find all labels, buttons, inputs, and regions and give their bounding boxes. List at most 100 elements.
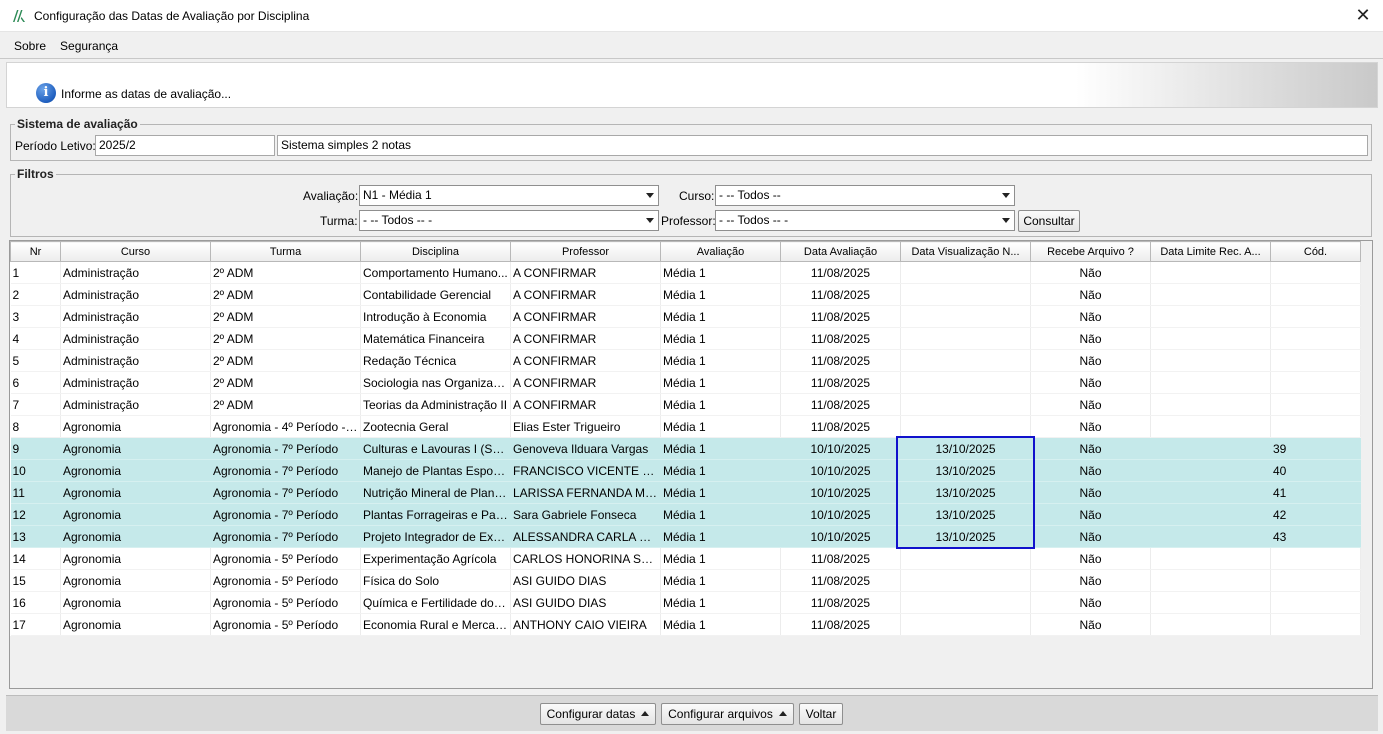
consultar-button[interactable]: Consultar <box>1018 210 1080 232</box>
table-cell[interactable]: 2º ADM <box>210 283 361 306</box>
periodo-field[interactable]: 2025/2 <box>95 135 275 156</box>
table-row[interactable]: 8 Agronomia Agronomia - 4º Período - ... Zo… <box>10 415 1361 438</box>
configurar-arquivos-button[interactable]: Configurar arquivos <box>661 703 794 725</box>
table-cell[interactable]: A CONFIRMAR <box>510 327 661 350</box>
table-cell[interactable]: 10 <box>10 459 61 482</box>
table-row[interactable]: 5 Administração 2º ADM Redação Técnica A CON… <box>10 349 1361 372</box>
table-cell[interactable]: Sara Gabriele Fonseca <box>510 503 661 526</box>
table-cell[interactable]: Agronomia - 5º Período <box>210 569 361 592</box>
configurar-datas-button[interactable]: Configurar datas <box>540 703 656 725</box>
table-cell[interactable]: Média 1 <box>660 283 781 306</box>
table-cell[interactable]: Agronomia <box>60 569 211 592</box>
table-cell[interactable]: Média 1 <box>660 547 781 570</box>
table-cell[interactable]: Zootecnia Geral <box>360 415 511 438</box>
table-cell[interactable] <box>900 261 1031 284</box>
table-cell[interactable]: 17 <box>10 613 61 636</box>
table-row[interactable]: 10 Agronomia Agronomia - 7º Período Manejo … <box>10 459 1361 482</box>
table-cell[interactable] <box>1150 349 1271 372</box>
table-cell[interactable] <box>900 305 1031 328</box>
table-cell[interactable] <box>1270 261 1361 284</box>
table-cell[interactable]: Não <box>1030 503 1151 526</box>
table-cell[interactable]: Agronomia - 5º Período <box>210 547 361 570</box>
curso-select[interactable]: - -- Todos -- <box>715 185 1015 206</box>
table-row[interactable]: 13 Agronomia Agronomia - 7º Período Projeto… <box>10 525 1361 548</box>
column-header[interactable]: Disciplina <box>360 241 511 262</box>
table-cell[interactable] <box>1270 283 1361 306</box>
table-cell[interactable] <box>1150 459 1271 482</box>
table-cell[interactable]: ASI GUIDO DIAS <box>510 569 661 592</box>
table-cell[interactable]: Nutrição Mineral de Plantas <box>360 481 511 504</box>
table-cell[interactable]: Administração <box>60 327 211 350</box>
sistema-field[interactable]: Sistema simples 2 notas <box>277 135 1368 156</box>
table-cell[interactable]: 13/10/2025 <box>900 481 1031 504</box>
table-cell[interactable]: FRANCISCO VICENTE DE L... <box>510 459 661 482</box>
table-cell[interactable]: 10/10/2025 <box>780 503 901 526</box>
table-cell[interactable]: Agronomia - 7º Período <box>210 459 361 482</box>
table-cell[interactable]: 13 <box>10 525 61 548</box>
table-cell[interactable]: 8 <box>10 415 61 438</box>
table-cell[interactable]: 2º ADM <box>210 327 361 350</box>
table-cell[interactable] <box>1270 547 1361 570</box>
table-cell[interactable]: 11/08/2025 <box>780 261 901 284</box>
table-cell[interactable]: Manejo de Plantas Espont... <box>360 459 511 482</box>
table-cell[interactable]: Agronomia - 4º Período - ... <box>210 415 361 438</box>
table-cell[interactable]: 3 <box>10 305 61 328</box>
table-cell[interactable]: Agronomia - 7º Período <box>210 525 361 548</box>
table-cell[interactable]: Introdução à Economia <box>360 305 511 328</box>
table-cell[interactable]: Média 1 <box>660 591 781 614</box>
table-cell[interactable]: Agronomia <box>60 503 211 526</box>
table-cell[interactable]: Agronomia <box>60 481 211 504</box>
table-cell[interactable]: 10/10/2025 <box>780 525 901 548</box>
table-cell[interactable]: Não <box>1030 569 1151 592</box>
table-row[interactable]: 17 Agronomia Agronomia - 5º Período Economi… <box>10 613 1361 636</box>
table-cell[interactable] <box>1150 503 1271 526</box>
table-cell[interactable]: Administração <box>60 371 211 394</box>
column-header[interactable]: Cód. <box>1270 241 1361 262</box>
table-cell[interactable]: Agronomia <box>60 415 211 438</box>
table-cell[interactable]: CARLOS HONORINA SAN... <box>510 547 661 570</box>
table-cell[interactable]: Genoveva Ilduara Vargas <box>510 437 661 460</box>
table-cell[interactable]: 7 <box>10 393 61 416</box>
table-row[interactable]: 7 Administração 2º ADM Teorias da Administr… <box>10 393 1361 416</box>
table-cell[interactable]: 12 <box>10 503 61 526</box>
table-cell[interactable] <box>1270 349 1361 372</box>
table-cell[interactable] <box>1150 393 1271 416</box>
table-cell[interactable]: Agronomia <box>60 591 211 614</box>
table-row[interactable]: 16 Agronomia Agronomia - 5º Período Química… <box>10 591 1361 614</box>
column-header[interactable]: Data Limite Rec. A... <box>1150 241 1271 262</box>
avaliacao-grid[interactable]: Nr Curso Turma Disciplina Professor Avaliação… <box>9 240 1373 689</box>
table-cell[interactable]: 14 <box>10 547 61 570</box>
column-header[interactable]: Data Visualização N... <box>900 241 1031 262</box>
table-cell[interactable] <box>900 283 1031 306</box>
table-row[interactable]: 4 Administração 2º ADM Matemática Financeir… <box>10 327 1361 350</box>
table-cell[interactable]: Matemática Financeira <box>360 327 511 350</box>
table-cell[interactable] <box>900 569 1031 592</box>
table-cell[interactable]: Não <box>1030 481 1151 504</box>
table-cell[interactable]: LARISSA FERNANDA MO... <box>510 481 661 504</box>
table-cell[interactable]: 2º ADM <box>210 261 361 284</box>
menu-seguranca[interactable]: Segurança <box>60 39 118 53</box>
table-cell[interactable]: Teorias da Administração II <box>360 393 511 416</box>
table-cell[interactable]: ALESSANDRA CARLA DIAS <box>510 525 661 548</box>
table-cell[interactable]: Administração <box>60 261 211 284</box>
table-cell[interactable]: 2 <box>10 283 61 306</box>
table-cell[interactable]: Agronomia <box>60 525 211 548</box>
column-header[interactable]: Avaliação <box>660 241 781 262</box>
table-row[interactable]: 1 Administração 2º ADM Comportamento Humano… <box>10 261 1361 284</box>
table-cell[interactable]: Média 1 <box>660 415 781 438</box>
table-cell[interactable]: Agronomia - 5º Período <box>210 613 361 636</box>
table-cell[interactable]: 13/10/2025 <box>900 459 1031 482</box>
table-cell[interactable]: 11/08/2025 <box>780 613 901 636</box>
table-row[interactable]: 2 Administração 2º ADM Contabilidade Gerenc… <box>10 283 1361 306</box>
table-cell[interactable]: 2º ADM <box>210 371 361 394</box>
table-cell[interactable]: Não <box>1030 415 1151 438</box>
table-cell[interactable] <box>900 613 1031 636</box>
table-cell[interactable]: 16 <box>10 591 61 614</box>
table-cell[interactable]: 13/10/2025 <box>900 437 1031 460</box>
table-cell[interactable]: 6 <box>10 371 61 394</box>
table-cell[interactable]: Culturas e Lavouras I (Soja... <box>360 437 511 460</box>
table-cell[interactable]: 11 <box>10 481 61 504</box>
table-cell[interactable]: Não <box>1030 393 1151 416</box>
table-cell[interactable]: Não <box>1030 371 1151 394</box>
table-cell[interactable] <box>1150 525 1271 548</box>
